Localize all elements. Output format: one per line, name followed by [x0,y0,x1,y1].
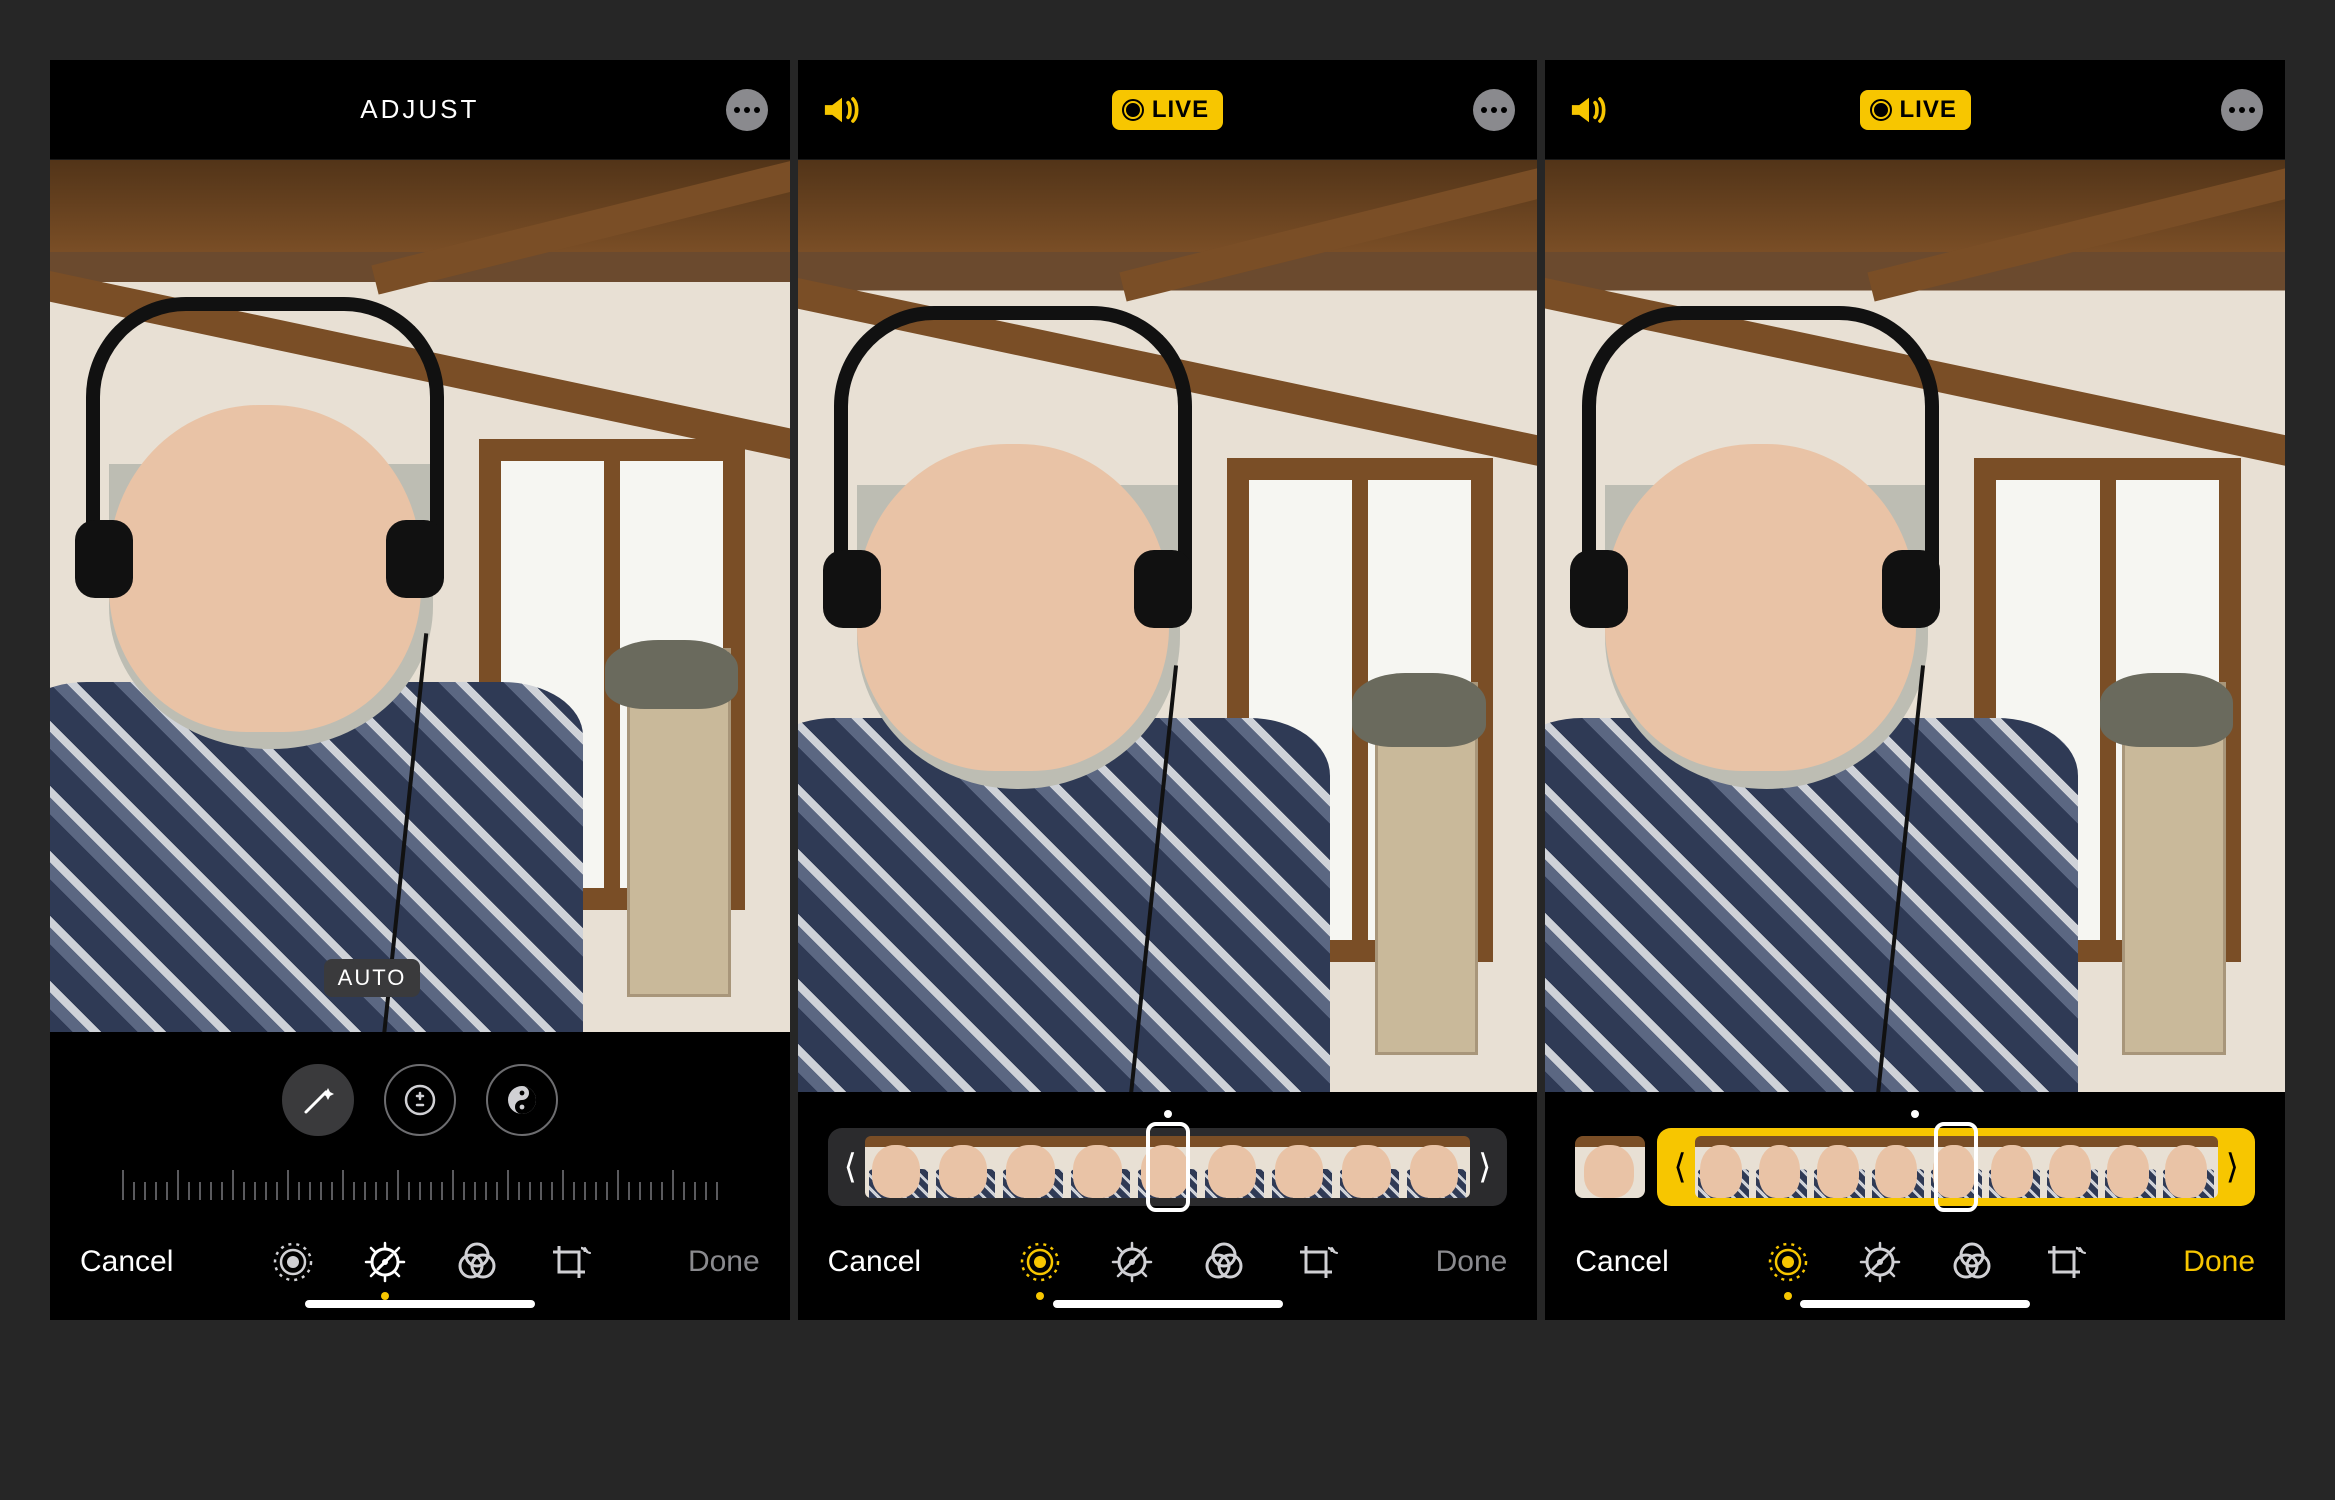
live-badge[interactable]: LIVE [1112,90,1223,130]
filmstrip-frame[interactable] [1403,1136,1470,1198]
filmstrip-frame[interactable] [1753,1136,1811,1198]
filmstrip-frame[interactable] [1336,1136,1403,1198]
crop-tab-icon[interactable] [1294,1240,1338,1284]
adjust-tab-icon[interactable] [1110,1240,1154,1284]
filmstrip-frame[interactable] [932,1136,999,1198]
live-keyframe-controls: ⟨ ⟩ [1545,1092,2285,1210]
crop-tab-icon[interactable] [547,1240,591,1284]
photo-preview[interactable] [1545,160,2285,1092]
photo-preview[interactable] [798,160,1538,1092]
cancel-button[interactable]: Cancel [828,1245,921,1279]
trim-handle-right[interactable]: ⟩ [1470,1150,1499,1184]
live-tab-icon[interactable] [1018,1240,1062,1284]
live-icon [1870,99,1892,121]
filmstrip-frame[interactable] [2043,1136,2101,1198]
filmstrip-frame[interactable] [865,1136,932,1198]
adjust-tab-icon[interactable] [363,1240,407,1284]
auto-badge: AUTO [324,959,421,997]
top-bar: LIVE [798,60,1538,160]
filmstrip-frame[interactable] [999,1136,1066,1198]
filters-tab-icon[interactable] [1950,1240,1994,1284]
more-button[interactable] [2221,89,2263,131]
filters-tab-icon[interactable] [1202,1240,1246,1284]
filmstrip-frame[interactable] [1985,1136,2043,1198]
filmstrip-frame[interactable] [1201,1136,1268,1198]
filmstrip-frame[interactable] [1134,1136,1201,1198]
selected-dot [381,1292,389,1300]
exposure-dial[interactable] [384,1064,456,1136]
trim-handle-left[interactable]: ⟨ [836,1150,865,1184]
keyframe-indicator-dot [1164,1110,1172,1118]
live-label: LIVE [1900,96,1957,124]
filmstrip-frame[interactable] [2101,1136,2159,1198]
live-tab-icon[interactable] [1766,1240,1810,1284]
keyframe-indicator-dot [1911,1110,1919,1118]
filmstrip-frame[interactable] [1811,1136,1869,1198]
phone-screen-live-1: LIVE ⟨ [798,60,1538,1320]
home-indicator[interactable] [1800,1300,2030,1308]
done-button[interactable]: Done [1436,1245,1508,1279]
live-tab-icon[interactable] [271,1240,315,1284]
sound-on-icon[interactable] [1567,88,1611,132]
cancel-button[interactable]: Cancel [80,1245,173,1279]
filmstrip[interactable]: ⟨ ⟩ [828,1128,1508,1206]
live-keyframe-controls: ⟨ ⟩ [798,1092,1538,1210]
brilliance-dial[interactable] [486,1064,558,1136]
crop-tab-icon[interactable] [2042,1240,2086,1284]
cancel-button[interactable]: Cancel [1575,1245,1668,1279]
filmstrip-excluded [1575,1136,1645,1198]
selected-dot [1036,1292,1044,1300]
adjust-slider[interactable] [50,1160,790,1206]
live-badge[interactable]: LIVE [1860,90,1971,130]
mode-title: ADJUST [360,94,479,125]
sound-on-icon[interactable] [820,88,864,132]
filmstrip-frame[interactable] [1268,1136,1335,1198]
adjust-controls [50,1032,790,1210]
filmstrip-frame[interactable] [1695,1136,1753,1198]
more-button[interactable] [1473,89,1515,131]
top-bar: ADJUST [50,60,790,160]
live-icon [1122,99,1144,121]
auto-enhance-button[interactable] [282,1064,354,1136]
photo-preview[interactable]: AUTO [50,160,790,1032]
filmstrip[interactable]: ⟨ ⟩ [1657,1128,2255,1206]
phone-screen-adjust: ADJUST AUTO Cancel [50,60,790,1320]
trim-handle-left[interactable]: ⟨ [1665,1150,1694,1184]
more-button[interactable] [726,89,768,131]
trim-handle-right[interactable]: ⟩ [2218,1150,2247,1184]
filmstrip-frame[interactable] [1067,1136,1134,1198]
home-indicator[interactable] [1053,1300,1283,1308]
done-button[interactable]: Done [688,1245,760,1279]
selected-dot [1784,1292,1792,1300]
filmstrip-frame[interactable] [1927,1136,1985,1198]
top-bar: LIVE [1545,60,2285,160]
home-indicator[interactable] [305,1300,535,1308]
filmstrip-frame[interactable] [2160,1136,2218,1198]
live-label: LIVE [1152,96,1209,124]
filmstrip-frame[interactable] [1869,1136,1927,1198]
adjust-tab-icon[interactable] [1858,1240,1902,1284]
done-button[interactable]: Done [2183,1245,2255,1279]
phone-screen-live-2: LIVE ⟨ [1545,60,2285,1320]
filters-tab-icon[interactable] [455,1240,499,1284]
